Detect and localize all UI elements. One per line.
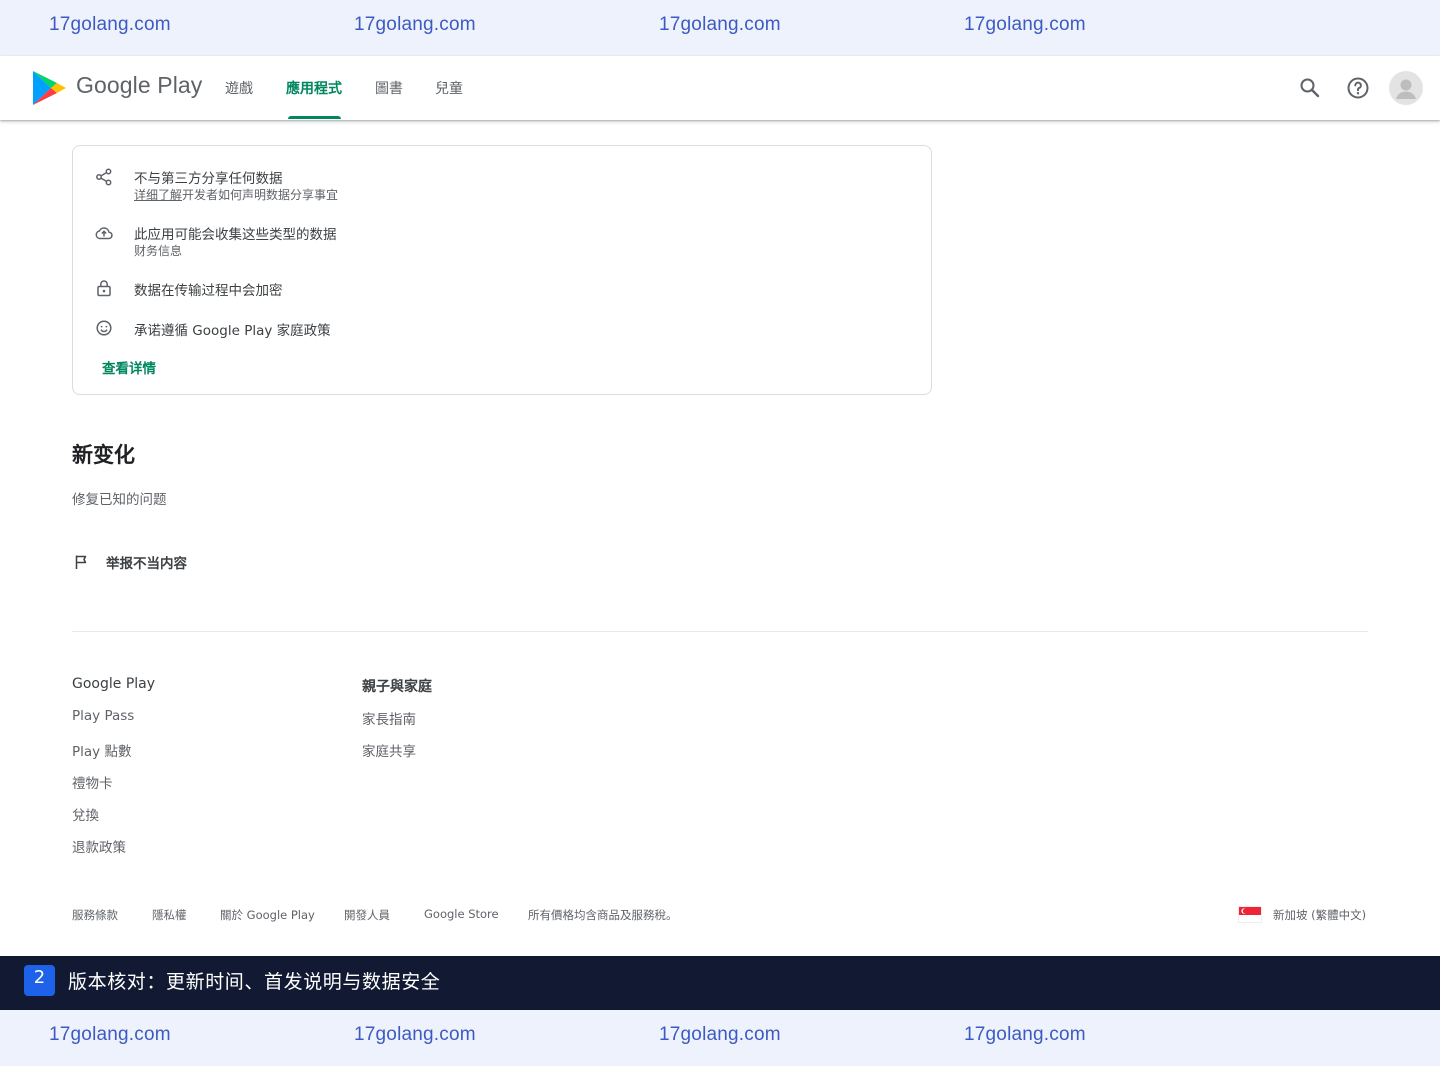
watermark-text: 17golang.com [964, 14, 1086, 35]
footer-col-google-play-heading: Google Play [72, 676, 156, 692]
footer-divider [72, 631, 1368, 632]
nav-tab-apps[interactable]: 應用程式 [286, 78, 342, 98]
flag-crescent [1241, 908, 1248, 914]
footer-link-family-sharing[interactable]: 家庭共享 [362, 740, 416, 760]
data-sharing-title: 不与第三方分享任何数据 [134, 171, 283, 187]
watermark-text: 17golang.com [964, 1024, 1086, 1045]
data-collection-subtitle: 财务信息 [134, 244, 183, 258]
active-tab-indicator [288, 116, 341, 119]
account-avatar[interactable] [1389, 71, 1423, 105]
footer-col-family-heading: 親子與家庭 [362, 679, 432, 695]
watermark-bar-bottom: 17golang.com 17golang.com 17golang.com 1… [0, 1010, 1440, 1066]
google-play-logo-icon[interactable] [30, 69, 68, 107]
legal-link-about[interactable]: 關於 Google Play [220, 907, 315, 923]
data-safety-card: 不与第三方分享任何数据 详细了解开发者如何声明数据分享事宜 此应用可能会收集这些… [72, 145, 932, 395]
whats-new-text: 修复已知的问题 [72, 492, 167, 508]
nav-tab-kids[interactable]: 兒童 [435, 78, 463, 98]
lock-icon [97, 280, 111, 297]
legal-tax-note: 所有價格均含商品及服務稅。 [528, 908, 678, 922]
footer-link-play-points[interactable]: Play 點數 [72, 740, 131, 760]
nav-tab-books[interactable]: 圖書 [375, 78, 403, 98]
legal-link-privacy[interactable]: 隱私權 [152, 907, 187, 923]
footer-link-refund-policy[interactable]: 退款政策 [72, 836, 126, 856]
legal-link-terms[interactable]: 服務條款 [72, 907, 118, 923]
flag-icon[interactable] [73, 553, 91, 571]
footer-link-redeem[interactable]: 兌換 [72, 804, 99, 824]
caption-bar: 2 版本核对：更新时间、首发说明与数据安全 [0, 956, 1440, 1010]
share-icon [96, 168, 112, 186]
brand-name[interactable]: Google Play [76, 72, 202, 99]
nav-tab-games[interactable]: 遊戲 [225, 78, 253, 98]
footer-link-parent-guide[interactable]: 家長指南 [362, 708, 416, 728]
watermark-text: 17golang.com [49, 14, 171, 35]
watermark-text: 17golang.com [354, 14, 476, 35]
footer-link-gift-cards[interactable]: 禮物卡 [72, 772, 113, 792]
watermark-text: 17golang.com [659, 14, 781, 35]
legal-link-developers[interactable]: 開發人員 [344, 907, 390, 923]
watermark-text: 17golang.com [659, 1024, 781, 1045]
top-app-bar: Google Play 遊戲 應用程式 圖書 兒童 [0, 56, 1440, 120]
watermark-bar-top: 17golang.com 17golang.com 17golang.com 1… [0, 0, 1440, 56]
watermark-text: 17golang.com [49, 1024, 171, 1045]
cloud-upload-icon [95, 227, 113, 240]
footer-link-play-pass[interactable]: Play Pass [72, 708, 134, 724]
data-sharing-subtitle: 详细了解开发者如何声明数据分享事宜 [134, 188, 339, 202]
person-icon [1396, 79, 1416, 99]
singapore-flag-icon [1238, 906, 1262, 923]
family-face-icon [96, 320, 112, 336]
encryption-title: 数据在传输过程中会加密 [134, 283, 283, 299]
see-details-link[interactable]: 查看详情 [102, 357, 156, 377]
help-icon[interactable] [1346, 76, 1370, 100]
watermark-text: 17golang.com [354, 1024, 476, 1045]
caption-text: 版本核对：更新时间、首发说明与数据安全 [68, 971, 441, 993]
report-inappropriate-button[interactable]: 举报不当内容 [106, 552, 187, 572]
data-collection-title: 此应用可能会收集这些类型的数据 [134, 227, 337, 243]
learn-more-link[interactable]: 详细了解 [134, 188, 182, 202]
whats-new-heading: 新变化 [72, 443, 135, 467]
step-badge: 2 [24, 965, 55, 996]
family-policy-title: 承诺遵循 Google Play 家庭政策 [134, 323, 331, 339]
legal-link-google-store[interactable]: Google Store [424, 907, 499, 921]
locale-selector[interactable]: 新加坡 (繁體中文) [1273, 907, 1366, 923]
search-icon[interactable] [1298, 76, 1322, 100]
